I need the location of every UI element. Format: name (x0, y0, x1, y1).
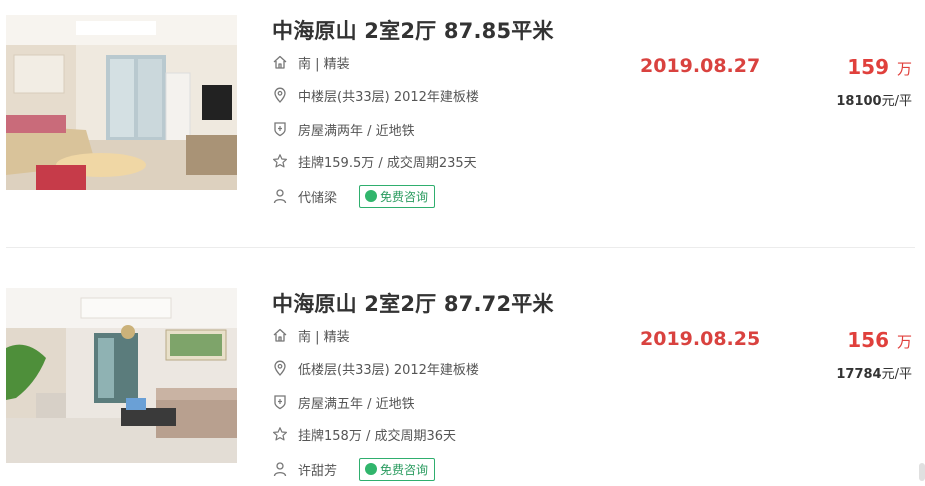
orientation-text: 南 | 精装 (298, 329, 350, 345)
floor-text: 中楼层(共33层) 2012年建板楼 (298, 89, 479, 105)
total-price-unit: 万 (896, 60, 912, 78)
listing-info-row: 挂牌158万 / 成交周期36天 (272, 424, 456, 444)
listing-card[interactable]: 中海原山 2室2厅 87.85平米 南 | 精装 中楼层(共33层) 2012年… (0, 15, 925, 208)
star-icon (272, 153, 288, 169)
unit-price: 18100元/平 (836, 90, 912, 109)
orientation-text: 南 | 精装 (298, 56, 350, 72)
agent-row: 许甜芳 免费咨询 (272, 457, 436, 481)
free-consult-button[interactable]: 免费咨询 (359, 457, 436, 481)
total-price: 159 万 (847, 55, 912, 79)
location-pin-icon (272, 360, 288, 376)
listing-info-row: 挂牌159.5万 / 成交周期235天 (272, 151, 477, 171)
listing-photo[interactable] (6, 288, 237, 463)
agent-name[interactable]: 代储梁 (298, 187, 337, 206)
orientation-row: 南 | 精装 (272, 325, 350, 345)
listing-info-text: 挂牌158万 / 成交周期36天 (298, 428, 456, 444)
floor-row: 中楼层(共33层) 2012年建板楼 (272, 85, 479, 105)
listing-card[interactable]: 中海原山 2室2厅 87.72平米 南 | 精装 低楼层(共33层) 2012年… (0, 288, 925, 481)
chat-bubble-icon (365, 458, 378, 475)
location-pin-icon (272, 87, 288, 103)
listing-title[interactable]: 中海原山 2室2厅 87.72平米 (272, 288, 554, 318)
listing-divider (6, 247, 915, 248)
consult-label: 免费咨询 (380, 189, 429, 204)
orientation-row: 南 | 精装 (272, 52, 350, 72)
tags-row: 房屋满两年 / 近地铁 (272, 119, 415, 139)
total-price-value: 159 (847, 55, 889, 79)
tags-text: 房屋满五年 / 近地铁 (298, 396, 415, 412)
scrollbar-thumb[interactable] (919, 463, 925, 481)
listing-photo[interactable] (6, 15, 237, 190)
living-room-photo (6, 288, 237, 463)
total-price-unit: 万 (896, 333, 912, 351)
unit-price-suffix: 元/平 (881, 367, 912, 382)
total-price-value: 156 (847, 328, 889, 352)
unit-price-value: 17784 (836, 367, 882, 382)
house-icon (272, 54, 288, 70)
free-consult-button[interactable]: 免费咨询 (359, 184, 436, 208)
tags-row: 房屋满五年 / 近地铁 (272, 392, 415, 412)
agent-row: 代储梁 免费咨询 (272, 184, 436, 208)
consult-label: 免费咨询 (380, 462, 429, 477)
person-icon (272, 461, 288, 477)
floor-row: 低楼层(共33层) 2012年建板楼 (272, 358, 479, 378)
agent-name[interactable]: 许甜芳 (298, 460, 337, 479)
listing-info-text: 挂牌159.5万 / 成交周期235天 (298, 155, 477, 171)
unit-price-value: 18100 (836, 94, 882, 109)
unit-price-suffix: 元/平 (881, 94, 912, 109)
total-price: 156 万 (847, 328, 912, 352)
deal-date: 2019.08.27 (640, 55, 761, 77)
listing-title[interactable]: 中海原山 2室2厅 87.85平米 (272, 15, 554, 45)
shield-icon (272, 121, 288, 137)
tags-text: 房屋满两年 / 近地铁 (298, 123, 415, 139)
person-icon (272, 188, 288, 204)
house-icon (272, 327, 288, 343)
shield-icon (272, 394, 288, 410)
living-room-photo (6, 15, 237, 190)
floor-text: 低楼层(共33层) 2012年建板楼 (298, 362, 479, 378)
deal-date: 2019.08.25 (640, 328, 761, 350)
star-icon (272, 426, 288, 442)
chat-bubble-icon (365, 185, 378, 202)
unit-price: 17784元/平 (836, 363, 912, 382)
